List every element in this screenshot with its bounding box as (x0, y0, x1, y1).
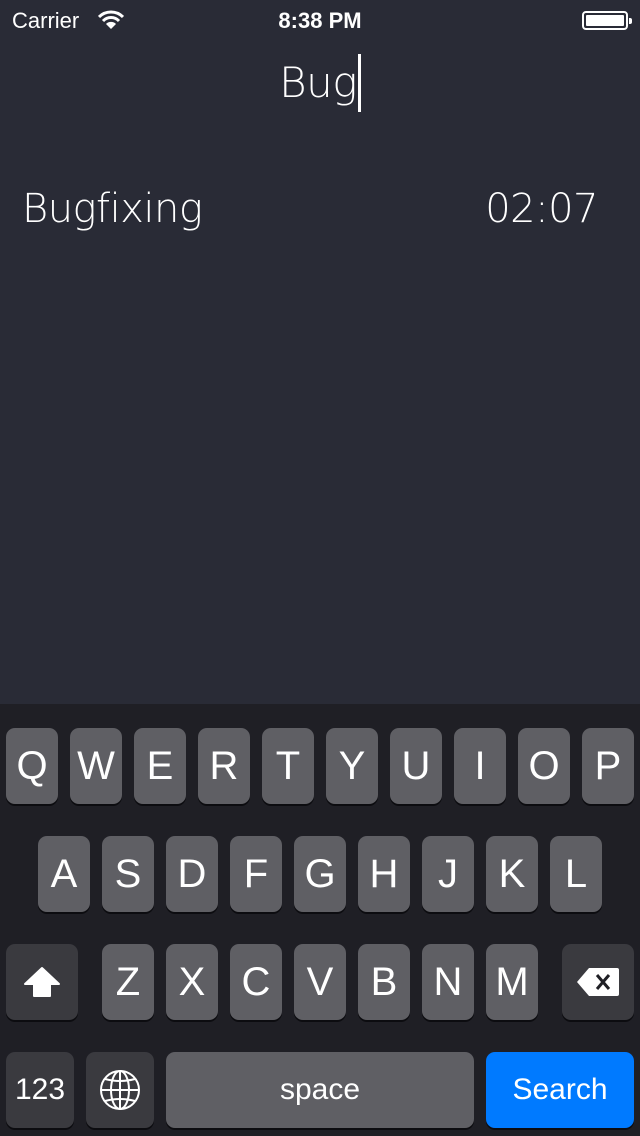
key-i[interactable]: I (454, 728, 506, 804)
key-f[interactable]: F (230, 836, 282, 912)
result-duration: 02:07 (485, 186, 598, 232)
numbers-key[interactable]: 123 (6, 1052, 74, 1128)
backspace-key[interactable] (562, 944, 634, 1020)
key-j[interactable]: J (422, 836, 474, 912)
key-z[interactable]: Z (102, 944, 154, 1020)
key-m[interactable]: M (486, 944, 538, 1020)
key-y[interactable]: Y (326, 728, 378, 804)
search-input[interactable]: Bug (0, 54, 640, 114)
clock: 8:38 PM (278, 8, 362, 33)
search-input-value: Bug (279, 58, 357, 107)
key-h[interactable]: H (358, 836, 410, 912)
battery-icon (582, 11, 632, 30)
key-g[interactable]: G (294, 836, 346, 912)
key-e[interactable]: E (134, 728, 186, 804)
shift-icon (24, 967, 60, 997)
key-s[interactable]: S (102, 836, 154, 912)
key-u[interactable]: U (390, 728, 442, 804)
shift-key[interactable] (6, 944, 78, 1020)
search-key[interactable]: Search (486, 1052, 634, 1128)
key-q[interactable]: Q (6, 728, 58, 804)
key-r[interactable]: R (198, 728, 250, 804)
key-x[interactable]: X (166, 944, 218, 1020)
text-caret (357, 54, 361, 112)
keyboard: 123 space Search QWERTYUIOP ASDFGHJKL ZXCV… (0, 704, 640, 1136)
space-key[interactable]: space (166, 1052, 474, 1128)
key-w[interactable]: W (70, 728, 122, 804)
key-k[interactable]: K (486, 836, 538, 912)
key-c[interactable]: C (230, 944, 282, 1020)
key-b[interactable]: B (358, 944, 410, 1020)
key-n[interactable]: N (422, 944, 474, 1020)
result-name: Bugfixing (22, 186, 203, 232)
status-bar: Carrier 8:38 PM (0, 0, 640, 40)
key-l[interactable]: L (550, 836, 602, 912)
key-p[interactable]: P (582, 728, 634, 804)
key-v[interactable]: V (294, 944, 346, 1020)
list-item[interactable]: Bugfixing 02:07 (0, 186, 640, 246)
key-d[interactable]: D (166, 836, 218, 912)
backspace-icon (577, 968, 619, 996)
key-t[interactable]: T (262, 728, 314, 804)
globe-key[interactable] (86, 1052, 154, 1128)
globe-icon (100, 1070, 140, 1110)
key-a[interactable]: A (38, 836, 90, 912)
key-o[interactable]: O (518, 728, 570, 804)
